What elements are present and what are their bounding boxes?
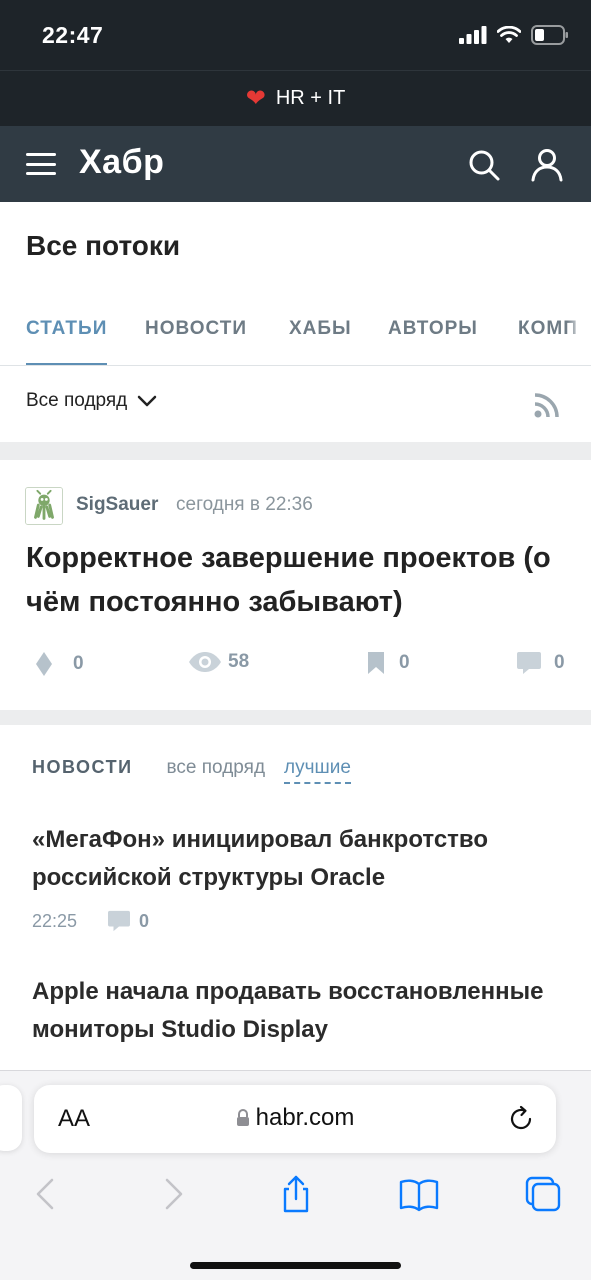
rating-value: 0 xyxy=(73,653,84,674)
home-indicator[interactable] xyxy=(190,1262,401,1269)
browser-toolbar: AA habr.com xyxy=(0,1070,591,1280)
comment-icon xyxy=(517,652,541,674)
feed-header-card: Все потоки СТАТЬИ НОВОСТИ ХАБЫ АВТОРЫ КО… xyxy=(0,202,591,442)
news-item-comments[interactable]: 0 xyxy=(139,911,149,932)
bookmarks-value: 0 xyxy=(399,652,410,673)
page-title: Все потоки xyxy=(26,230,181,261)
news-item-title[interactable]: «МегаФон» инициировал банкротство россий… xyxy=(32,821,552,897)
signal-icon xyxy=(459,26,487,44)
news-label[interactable]: НОВОСТИ xyxy=(32,757,133,778)
article-stats: 0 58 0 0 xyxy=(0,651,591,681)
wifi-icon xyxy=(497,26,521,43)
comments-value: 0 xyxy=(554,652,565,673)
reload-icon[interactable] xyxy=(506,1104,536,1134)
views-value: 58 xyxy=(228,651,250,672)
promo-banner[interactable]: ❤ HR + IT xyxy=(0,70,591,126)
comment-icon xyxy=(108,910,131,932)
feed-filter-dropdown[interactable]: Все подряд xyxy=(26,390,157,412)
eye-icon xyxy=(189,652,221,672)
tabs-fade xyxy=(567,294,591,365)
forward-icon[interactable] xyxy=(153,1174,193,1214)
url-display[interactable]: habr.com xyxy=(34,1104,556,1132)
menu-icon[interactable] xyxy=(26,153,56,175)
news-tab-all[interactable]: все подряд xyxy=(167,757,265,779)
search-icon[interactable] xyxy=(467,148,501,182)
back-icon[interactable] xyxy=(26,1174,66,1214)
news-item-meta: 22:25 0 xyxy=(32,910,149,932)
tab-authors[interactable]: АВТОРЫ xyxy=(388,318,478,340)
feed-filter-label: Все подряд xyxy=(26,390,128,411)
active-tab-indicator xyxy=(26,363,107,365)
site-header: Хабр xyxy=(0,126,591,202)
url-text: habr.com xyxy=(255,1104,355,1131)
bookmarks-stat[interactable]: 0 xyxy=(367,651,410,675)
comments-stat[interactable]: 0 xyxy=(516,651,565,675)
rss-icon[interactable] xyxy=(533,391,561,419)
battery-icon xyxy=(531,25,568,45)
rating-icon xyxy=(36,652,52,676)
previous-tab-preview[interactable] xyxy=(0,1085,22,1151)
status-icons xyxy=(459,25,569,45)
banner-text: HR + IT xyxy=(275,87,346,109)
news-item-title[interactable]: Apple начала продавать восстановленные м… xyxy=(32,973,552,1049)
status-time: 22:47 xyxy=(42,22,104,48)
publish-time: сегодня в 22:36 xyxy=(176,494,313,515)
article-card[interactable]: SigSauer сегодня в 22:36 Корректное заве… xyxy=(0,460,591,710)
share-icon[interactable] xyxy=(276,1174,316,1214)
address-bar[interactable]: AA habr.com xyxy=(34,1085,556,1153)
author-avatar[interactable] xyxy=(25,487,63,525)
author-name[interactable]: SigSauer xyxy=(76,494,158,516)
article-title[interactable]: Корректное завершение проектов (о чём по… xyxy=(26,536,566,624)
news-item-time: 22:25 xyxy=(32,910,78,931)
news-tab-best[interactable]: лучшие xyxy=(284,757,351,784)
tab-articles[interactable]: СТАТЬИ xyxy=(26,318,107,340)
heart-icon: ❤ xyxy=(245,84,266,112)
tabs-icon[interactable] xyxy=(523,1174,563,1214)
flow-tabs: СТАТЬИ НОВОСТИ ХАБЫ АВТОРЫ КОМП xyxy=(0,294,591,366)
user-icon[interactable] xyxy=(529,147,565,183)
bookmarks-icon[interactable] xyxy=(399,1174,439,1214)
tab-news[interactable]: НОВОСТИ xyxy=(145,318,247,340)
tab-hubs[interactable]: ХАБЫ xyxy=(289,318,352,340)
status-bar: 22:47 xyxy=(0,0,591,70)
bookmark-icon xyxy=(368,652,384,674)
site-logo[interactable]: Хабр xyxy=(79,143,164,182)
chevron-down-icon xyxy=(138,395,157,407)
views-stat: 58 xyxy=(188,651,249,673)
rating-stat[interactable]: 0 xyxy=(35,651,84,677)
news-header: НОВОСТИ все подряд лучшие xyxy=(32,757,370,784)
lock-icon xyxy=(236,1109,249,1126)
